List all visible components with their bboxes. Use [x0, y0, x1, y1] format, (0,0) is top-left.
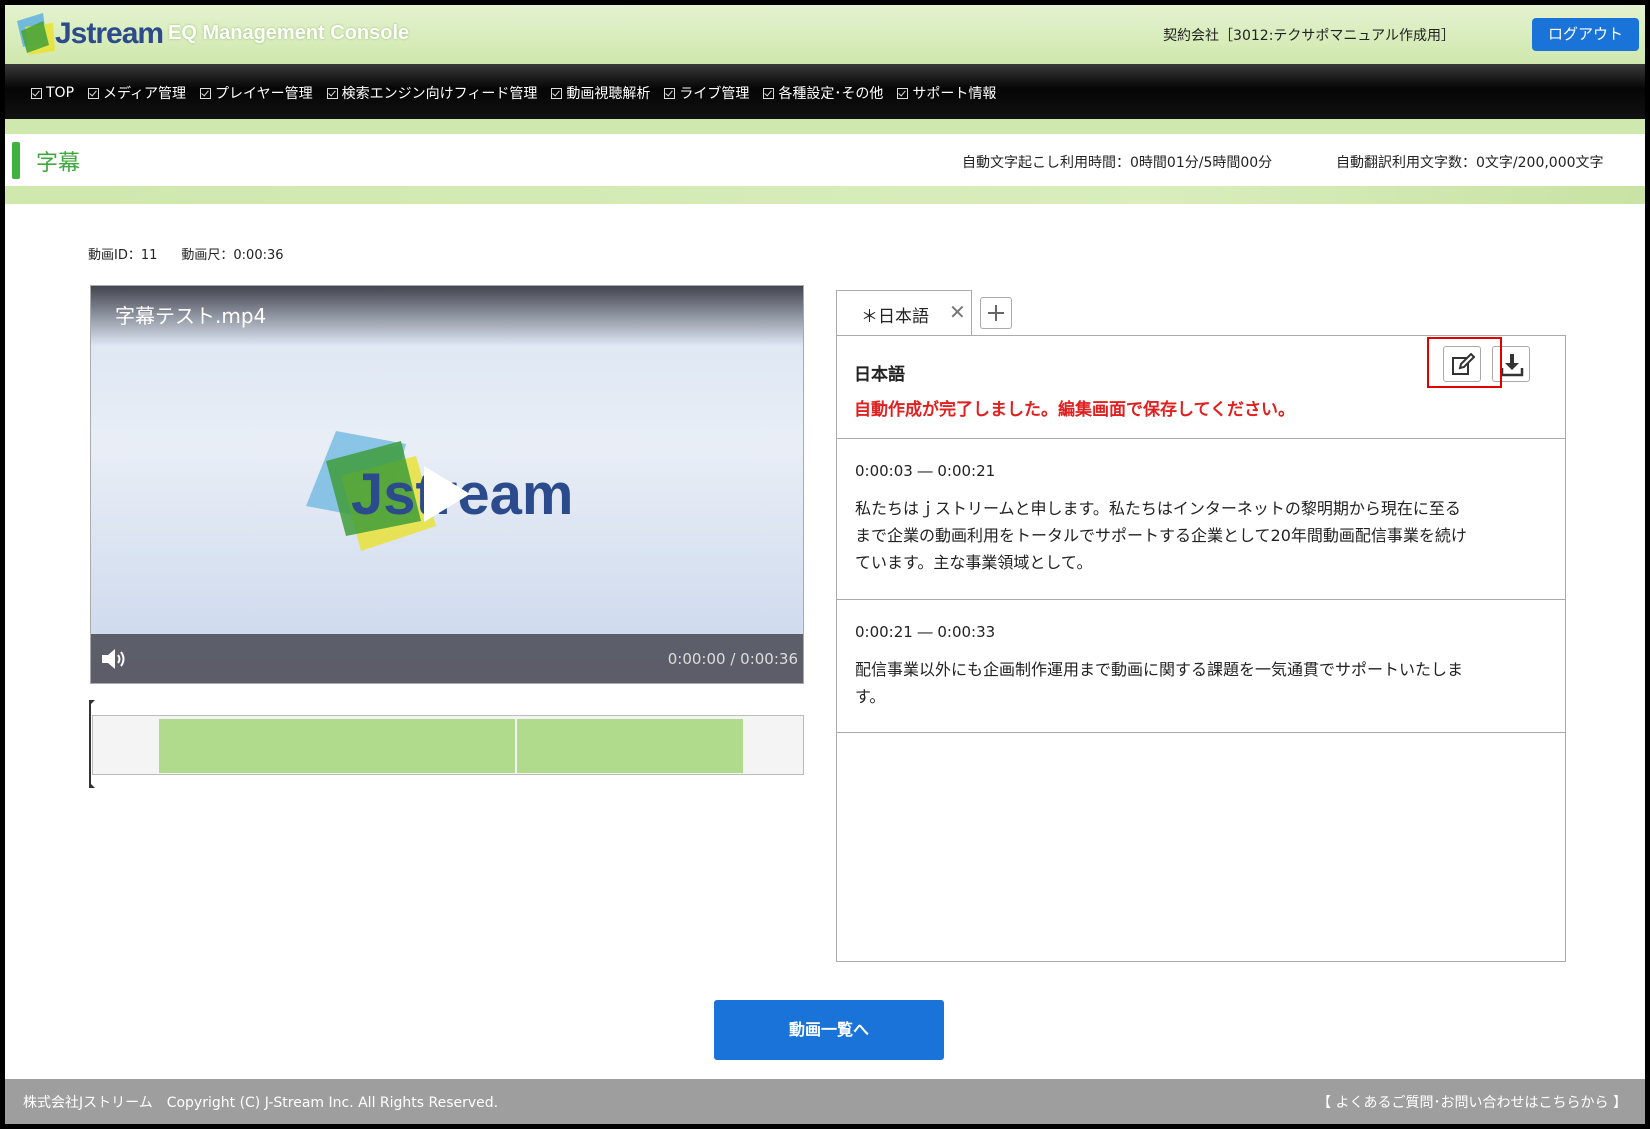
subtitle-panel-header: 日本語 自動作成が完了しました。編集画面で保存してください。 — [837, 336, 1565, 439]
transcription-usage: 自動文字起こし利用時間：0時間01分/5時間00分 — [962, 155, 1273, 171]
company-label: 契約会社［3012:テクサポマニュアル作成用］ — [1163, 28, 1455, 44]
video-player[interactable]: 字幕テスト.mp4 Jstream 0:00:00 / 0:00:36 — [90, 285, 804, 684]
close-icon[interactable]: ✕ — [949, 300, 966, 324]
timeline-cue-segment[interactable] — [159, 719, 515, 773]
edit-button-highlight — [1427, 337, 1502, 388]
checkbox-icon — [763, 87, 775, 99]
subtitle-timeline[interactable] — [92, 715, 804, 775]
page-title: 字幕 — [36, 151, 81, 176]
nav-item-label: 各種設定･その他 — [778, 86, 884, 102]
tab-japanese[interactable]: ＊日本語 ✕ — [836, 290, 972, 336]
nav-item-label: ライブ管理 — [679, 86, 750, 102]
video-meta: 動画ID：11 動画尺：0:00:36 — [88, 244, 284, 263]
add-language-button[interactable] — [980, 297, 1012, 329]
copyright: 株式会社Jストリーム Copyright (C) J-Stream Inc. A… — [23, 1095, 499, 1111]
nav-item-analytics[interactable]: 動画視聴解析 — [551, 83, 650, 103]
help-link[interactable]: 【 よくあるご質問･お問い合わせはこちらから 】 — [1317, 1092, 1627, 1112]
video-filename: 字幕テスト.mp4 — [115, 304, 267, 328]
title-accent — [12, 142, 20, 179]
status-message: 自動作成が完了しました。編集画面で保存してください。 — [854, 400, 1295, 420]
nav-item-top[interactable]: TOP — [31, 83, 74, 103]
translation-usage: 自動翻訳利用文字数：0文字/200,000文字 — [1336, 155, 1604, 171]
timeline-cue-segment[interactable] — [517, 719, 743, 773]
time-display: 0:00:00 / 0:00:36 — [667, 650, 798, 668]
download-icon — [1500, 354, 1524, 377]
page-titlebar: 字幕 自動文字起こし利用時間：0時間01分/5時間00分 自動翻訳利用文字数：0… — [5, 134, 1645, 186]
volume-icon[interactable] — [100, 647, 130, 671]
nav-item-support[interactable]: サポート情報 — [897, 83, 996, 103]
checkbox-icon — [200, 87, 212, 99]
cue-text: 私たちはｊストリームと申します。私たちはインターネットの黎明期から現在に至るまで… — [855, 499, 1467, 572]
nav-item-settings[interactable]: 各種設定･その他 — [763, 83, 883, 103]
tab-label: ＊日本語 — [861, 307, 929, 327]
subtitle-cue[interactable]: 0:00:03 ― 0:00:21 私たちはｊストリームと申します。私たちはイン… — [837, 439, 1565, 600]
logo-text: Jstream — [55, 17, 164, 50]
nav-item-media[interactable]: メディア管理 — [88, 83, 186, 103]
nav-item-player[interactable]: プレイヤー管理 — [200, 83, 313, 103]
cue-text: 配信事業以外にも企画制作運用まで動画に関する課題を一気通貫でサポートいたします。 — [855, 660, 1464, 706]
nav-item-label: 検索エンジン向けフィード管理 — [341, 86, 538, 102]
nav-item-label: 動画視聴解析 — [566, 86, 651, 102]
subtitle-panel: 日本語 自動作成が完了しました。編集画面で保存してください。 0:00:03 ―… — [836, 335, 1566, 962]
video-id: 動画ID：11 — [88, 248, 158, 263]
checkbox-icon — [88, 87, 100, 99]
cue-time: 0:00:03 ― 0:00:21 — [855, 462, 996, 480]
header: Jstream EQ Management Console 契約会社［3012:… — [5, 5, 1645, 64]
checkbox-icon — [326, 87, 338, 99]
nav-item-label: TOP — [46, 85, 75, 101]
app-frame: Jstream EQ Management Console 契約会社［3012:… — [5, 5, 1645, 1124]
video-controls: 0:00:00 / 0:00:36 — [91, 634, 803, 683]
video-duration: 動画尺：0:00:36 — [181, 248, 284, 263]
main-nav: TOP メディア管理 プレイヤー管理 検索エンジン向けフィード管理 動画視聴解析… — [5, 64, 1645, 119]
play-icon[interactable] — [424, 466, 470, 522]
logout-button[interactable]: ログアウト — [1532, 18, 1639, 51]
nav-item-live[interactable]: ライブ管理 — [664, 83, 749, 103]
divider — [5, 186, 1645, 204]
subtitle-cue[interactable]: 0:00:21 ― 0:00:33 配信事業以外にも企画制作運用まで動画に関する… — [837, 600, 1565, 733]
divider — [5, 119, 1645, 134]
back-to-video-list-button[interactable]: 動画一覧へ — [714, 1000, 944, 1060]
checkbox-icon — [664, 87, 676, 99]
footer: 株式会社Jストリーム Copyright (C) J-Stream Inc. A… — [5, 1079, 1645, 1124]
nav-item-label: プレイヤー管理 — [215, 86, 313, 102]
checkbox-icon — [551, 87, 563, 99]
nav-item-label: サポート情報 — [912, 86, 997, 102]
jstream-logo[interactable]: Jstream — [13, 11, 164, 59]
language-name: 日本語 — [854, 365, 905, 385]
nav-item-label: メディア管理 — [103, 86, 187, 102]
checkbox-icon — [31, 87, 42, 99]
checkbox-icon — [897, 87, 909, 99]
nav-item-feed[interactable]: 検索エンジン向けフィード管理 — [326, 83, 538, 103]
cue-time: 0:00:21 ― 0:00:33 — [855, 623, 996, 641]
console-title: EQ Management Console — [168, 22, 410, 44]
